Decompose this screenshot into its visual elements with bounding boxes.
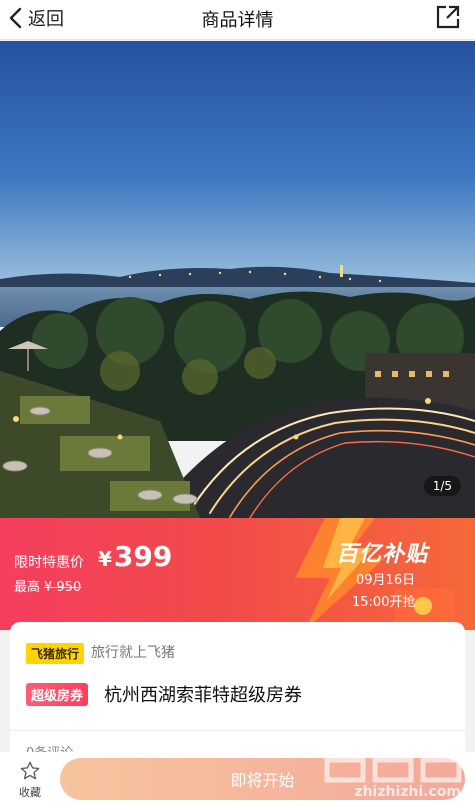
watermark-text: zhizhizhi.com bbox=[354, 784, 461, 800]
brand-tag: 飞猪旅行 bbox=[26, 643, 85, 664]
favorite-button[interactable]: 收藏 bbox=[10, 760, 50, 800]
price-label: 限时特惠价 bbox=[14, 555, 84, 571]
product-title: 杭州西湖索菲特超级房券 bbox=[104, 685, 302, 706]
star-icon bbox=[20, 761, 40, 780]
hero-image[interactable]: 1/5 bbox=[0, 41, 475, 518]
hotel-night-photo bbox=[0, 41, 475, 518]
price-value: 399 bbox=[113, 540, 173, 573]
image-pager: 1/5 bbox=[423, 476, 461, 496]
sale-time: 15:00开抢 bbox=[352, 595, 416, 610]
super-coupon-tag: 超级房券 bbox=[26, 683, 89, 706]
currency-symbol: ¥ bbox=[98, 547, 112, 571]
share-icon[interactable] bbox=[435, 4, 461, 30]
original-price-value: ¥ 950 bbox=[44, 580, 82, 595]
sale-date: 09月16日 bbox=[356, 573, 416, 588]
top-nav: 返回 商品详情 bbox=[0, 0, 475, 40]
sale-price: ¥399 bbox=[98, 540, 172, 573]
favorite-label: 收藏 bbox=[19, 786, 41, 799]
page: 返回 商品详情 1/5 限时特惠价 ¥399 最高 ¥ 950 百亿补贴 09月… bbox=[0, 0, 475, 805]
subsidy-badge: 百亿补贴 bbox=[336, 542, 429, 567]
watermark: zhizhizhi.com bbox=[319, 734, 469, 805]
original-price-label: 最高 bbox=[14, 580, 41, 595]
original-price: 最高 ¥ 950 bbox=[14, 576, 81, 595]
divider bbox=[10, 730, 465, 731]
page-title: 商品详情 bbox=[201, 10, 274, 31]
brand-slogan: 旅行就上飞猪 bbox=[91, 645, 175, 661]
price-banner: 限时特惠价 ¥399 最高 ¥ 950 百亿补贴 09月16日 15:00开抢 bbox=[0, 518, 475, 630]
